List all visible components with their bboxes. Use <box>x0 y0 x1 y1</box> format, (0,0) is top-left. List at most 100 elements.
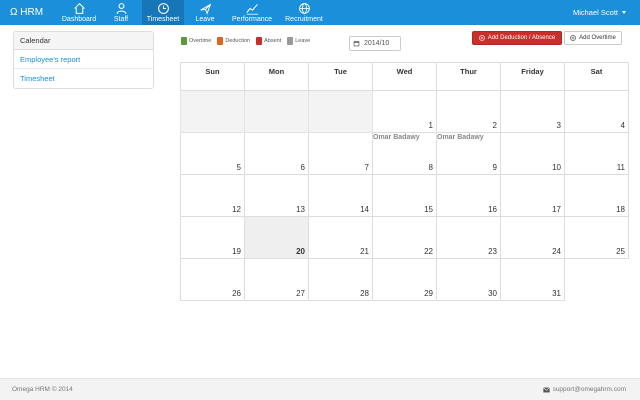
day-number: 10 <box>552 163 561 172</box>
add-deduction-button[interactable]: Add Deduction / Absence <box>472 31 562 45</box>
calendar-day-cell[interactable]: 1 <box>372 90 437 133</box>
user-icon <box>116 3 126 14</box>
legend-swatch <box>217 37 224 45</box>
nav-dashboard-label: Dashboard <box>61 16 97 23</box>
calendar-day-cell[interactable]: Omar Badawy 9 <box>436 132 501 175</box>
legend-label: Leave <box>295 38 311 44</box>
add-deduction-label: Add Deduction / Absence <box>487 35 556 41</box>
calendar-day-cell[interactable]: 30 <box>436 258 501 301</box>
calendar-week-row: 19 20 21 22 23 24 25 <box>180 216 629 259</box>
calendar-day-cell[interactable]: 2 <box>436 90 501 133</box>
legend-label: Deduction <box>225 38 251 44</box>
day-number: 26 <box>232 289 241 298</box>
calendar-day-cell[interactable]: Omar Badawy 8 <box>372 132 437 175</box>
day-number: 22 <box>424 247 433 256</box>
nav-recruitment[interactable]: Recruitment <box>278 0 330 25</box>
calendar-day-cell[interactable]: 21 <box>308 216 373 259</box>
legend-leave: Leave <box>287 37 310 45</box>
day-number: 19 <box>232 247 241 256</box>
add-overtime-label: Add Overtime <box>579 35 616 41</box>
month-picker-input[interactable]: 2014/10 <box>349 36 401 51</box>
calendar-body: 1 2 3 4 5 6 7 Omar Badawy 8 Omar Badawy 9 10 11 12 13 1… <box>180 90 629 301</box>
calendar-day-cell[interactable]: 14 <box>308 174 373 217</box>
nav-dashboard[interactable]: Dashboard <box>58 0 100 25</box>
day-number: 24 <box>552 247 561 256</box>
day-number: 18 <box>616 205 625 214</box>
sidebar-link-employee-report[interactable]: Employee's report <box>14 50 153 69</box>
calendar-day-cell[interactable]: 25 <box>564 216 629 259</box>
calendar-day-cell[interactable]: 28 <box>308 258 373 301</box>
envelope-icon <box>542 386 550 392</box>
legend-deduction: Deduction <box>217 37 250 45</box>
day-number: 6 <box>300 163 305 172</box>
calendar-day-cell[interactable]: 24 <box>500 216 565 259</box>
calendar-day-cell[interactable]: 3 <box>500 90 565 133</box>
top-navbar: Ω HRM Dashboard Staff Timesheet Leave Pe… <box>0 0 640 25</box>
calendar-day-cell[interactable]: 20 <box>244 216 309 259</box>
calendar-day-cell[interactable]: 13 <box>244 174 309 217</box>
calendar-day-cell[interactable]: 29 <box>372 258 437 301</box>
day-number: 28 <box>360 289 369 298</box>
calendar-week-row: 1 2 3 4 <box>180 90 629 133</box>
calendar-day-cell[interactable]: 31 <box>500 258 565 301</box>
day-number: 16 <box>488 205 497 214</box>
weekday-sat: Sat <box>564 62 629 91</box>
month-picker-value: 2014/10 <box>364 40 390 47</box>
calendar-day-cell[interactable]: 7 <box>308 132 373 175</box>
calendar-day-cell[interactable]: 22 <box>372 216 437 259</box>
calendar-day-cell[interactable]: 5 <box>180 132 245 175</box>
calendar-day-cell[interactable]: 10 <box>500 132 565 175</box>
calendar-day-cell[interactable]: 19 <box>180 216 245 259</box>
day-number: 2 <box>492 121 497 130</box>
day-number: 12 <box>232 205 241 214</box>
legend-overtime: Overtime <box>181 37 211 45</box>
day-number: 31 <box>552 289 561 298</box>
brand-logo[interactable]: Ω HRM <box>0 0 58 25</box>
day-number: 5 <box>236 163 241 172</box>
legend-swatch <box>181 37 187 45</box>
nav-staff-label: Staff <box>113 16 129 23</box>
user-name: Michael Scott <box>572 8 618 17</box>
nav-staff[interactable]: Staff <box>100 0 142 25</box>
calendar-day-cell[interactable]: 6 <box>244 132 309 175</box>
add-overtime-button[interactable]: Add Overtime <box>564 31 622 45</box>
day-number: 15 <box>424 205 433 214</box>
calendar-legend: Overtime Deduction Absent Leave <box>181 37 310 45</box>
footer-copyright: Omega HRM © 2014 <box>12 386 73 393</box>
sidebar-link-timesheet[interactable]: Timesheet <box>14 69 153 88</box>
legend-absent: Absent <box>256 37 281 45</box>
day-number: 3 <box>556 121 561 130</box>
calendar-day-cell[interactable]: 26 <box>180 258 245 301</box>
day-number: 9 <box>492 163 497 172</box>
sidebar-panel: Calendar Employee's report Timesheet <box>13 31 154 89</box>
calendar-day-cell[interactable]: 12 <box>180 174 245 217</box>
weekday-wed: Wed <box>372 62 437 91</box>
weekday-fri: Friday <box>500 62 565 91</box>
calendar-event[interactable]: Omar Badawy <box>373 134 420 141</box>
plus-circle-icon <box>478 35 485 41</box>
nav-timesheet[interactable]: Timesheet <box>142 0 184 25</box>
user-menu[interactable]: Michael Scott <box>573 0 640 25</box>
calendar-day-cell[interactable]: 23 <box>436 216 501 259</box>
calendar-event[interactable]: Omar Badawy <box>437 134 484 141</box>
calendar-day-cell <box>244 90 309 133</box>
day-number: 30 <box>488 289 497 298</box>
calendar-day-cell[interactable]: 15 <box>372 174 437 217</box>
nav-recruitment-label: Recruitment <box>285 16 323 23</box>
nav-performance[interactable]: Performance <box>226 0 278 25</box>
calendar-day-cell[interactable]: 4 <box>564 90 629 133</box>
day-number: 27 <box>296 289 305 298</box>
nav-leave[interactable]: Leave <box>184 0 226 25</box>
day-number: 11 <box>616 163 625 172</box>
calendar-day-cell[interactable]: 18 <box>564 174 629 217</box>
footer-support-link[interactable]: support@omegahrm.com <box>542 386 626 393</box>
calendar-day-cell[interactable]: 11 <box>564 132 629 175</box>
globe-icon <box>298 3 310 14</box>
calendar-day-cell[interactable]: 27 <box>244 258 309 301</box>
weekday-tue: Tue <box>308 62 373 91</box>
calendar-week-row: 26 27 28 29 30 31 <box>180 258 629 301</box>
calendar-icon <box>353 40 360 47</box>
month-calendar: Sun Mon Tue Wed Thur Friday Sat 1234567O… <box>180 62 629 301</box>
calendar-day-cell[interactable]: 17 <box>500 174 565 217</box>
calendar-day-cell[interactable]: 16 <box>436 174 501 217</box>
